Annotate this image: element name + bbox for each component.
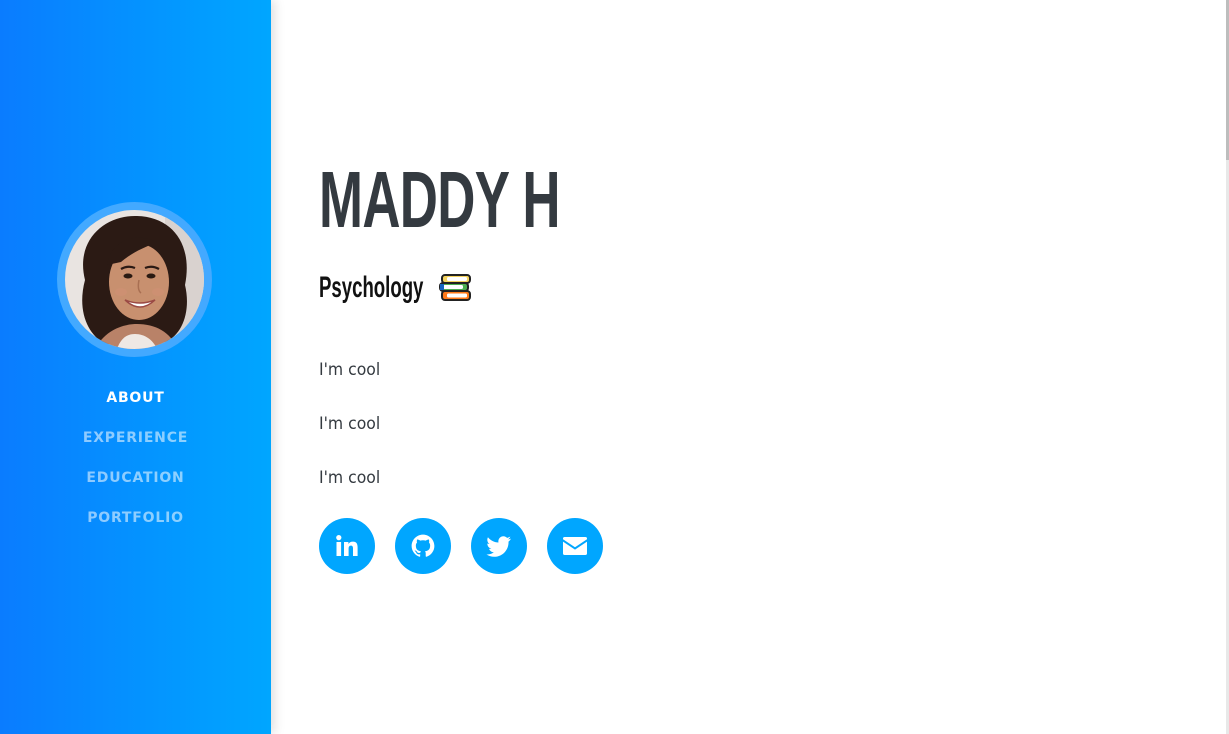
linkedin-button[interactable] [319,518,375,574]
twitter-button[interactable] [471,518,527,574]
github-button[interactable] [395,518,451,574]
about-line: I'm cool [319,468,381,488]
subtitle: Psychology [319,268,473,308]
books-icon [439,271,473,305]
linkedin-icon [335,534,359,558]
page: ABOUT EXPERIENCE EDUCATION PORTFOLIO MAD… [0,0,1229,734]
nav-item-portfolio[interactable]: PORTFOLIO [0,506,271,546]
twitter-icon [486,533,512,559]
sidebar-nav: ABOUT EXPERIENCE EDUCATION PORTFOLIO [0,386,271,546]
nav-item-experience[interactable]: EXPERIENCE [0,426,271,466]
avatar-ring [57,202,212,357]
envelope-icon [562,536,588,556]
nav-item-about[interactable]: ABOUT [0,386,271,426]
sidebar: ABOUT EXPERIENCE EDUCATION PORTFOLIO [0,0,271,734]
email-button[interactable] [547,518,603,574]
github-icon [410,533,436,559]
about-line: I'm cool [319,414,381,434]
social-links [319,518,623,574]
nav-item-education[interactable]: EDUCATION [0,466,271,506]
about-line: I'm cool [319,360,381,380]
page-title: MADDY H [319,155,560,244]
main-content: MADDY H Psychology I'm cool I'm cool I'm… [271,0,1229,734]
subtitle-text: Psychology [319,271,424,304]
avatar [65,210,204,349]
